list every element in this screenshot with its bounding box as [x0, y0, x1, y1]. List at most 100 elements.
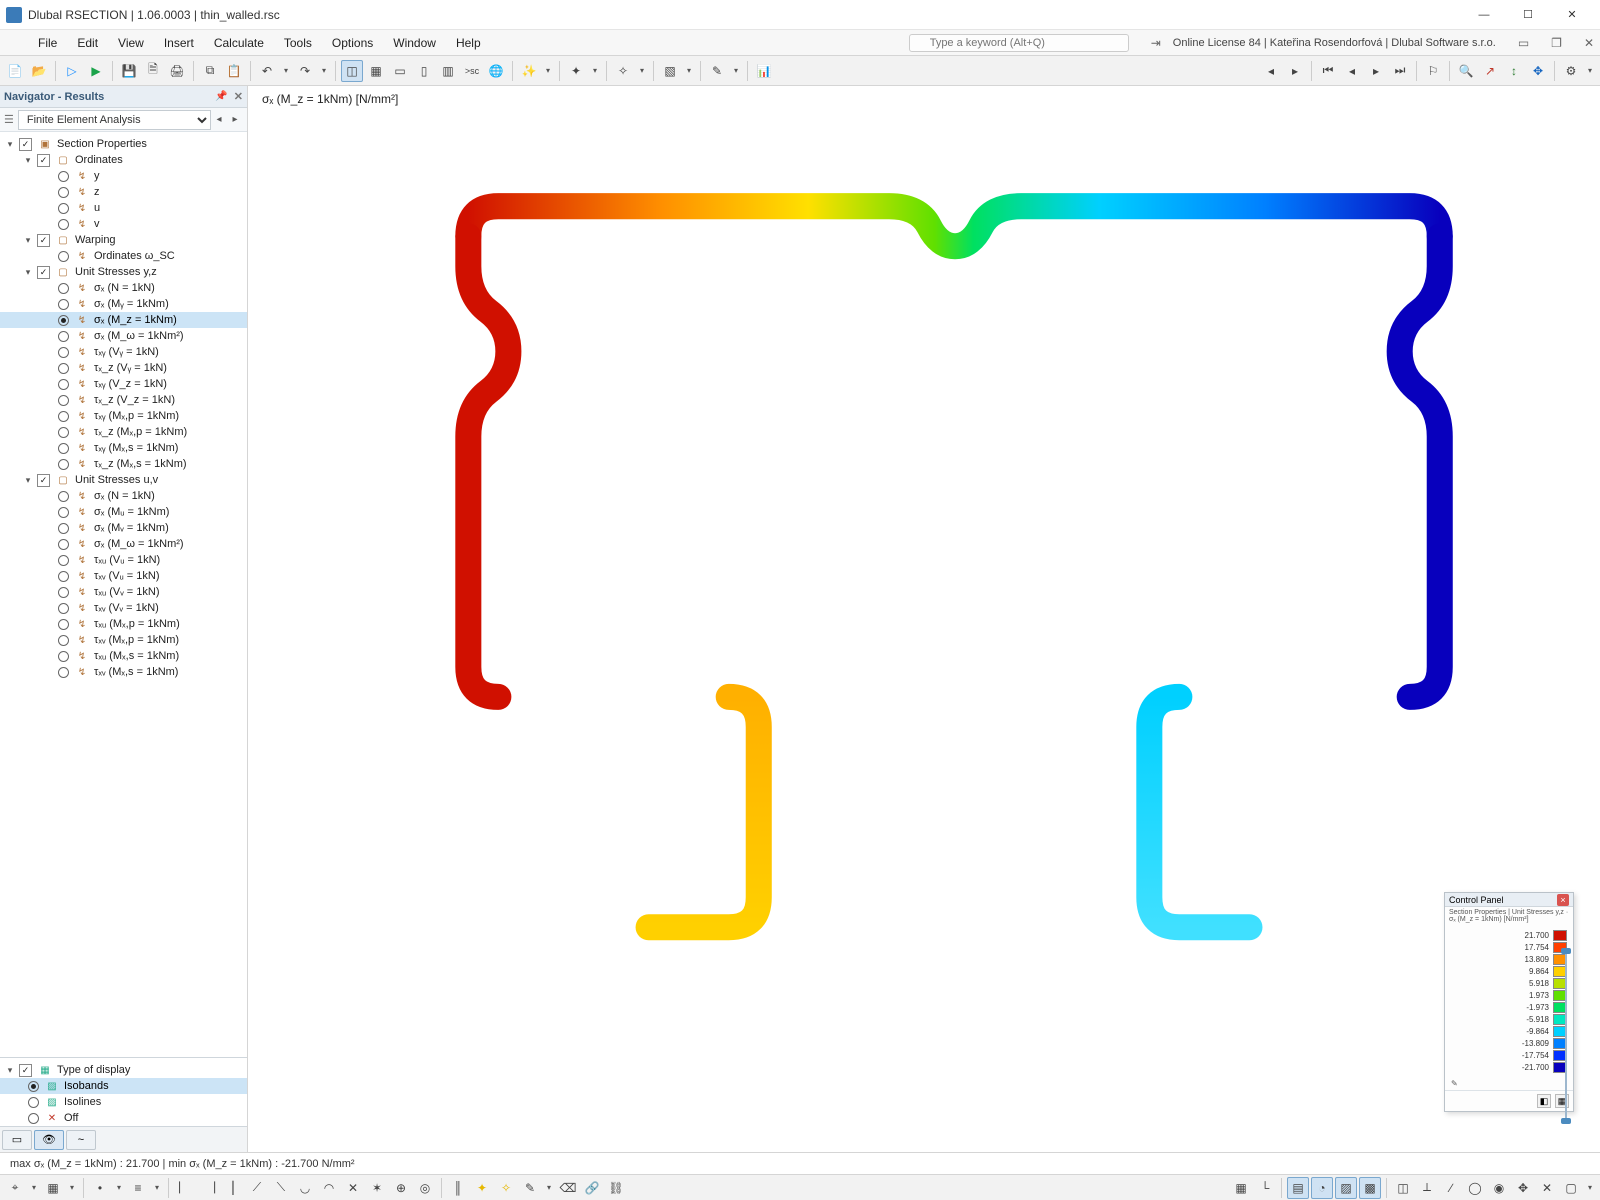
keyword-search-input[interactable]	[909, 34, 1129, 52]
tree-radio-item[interactable]: ↯σₓ (M_ω = 1kNm²)	[0, 328, 247, 344]
brush-dropdown[interactable]: ▾	[730, 66, 742, 75]
arrows2-icon[interactable]: ↕	[1503, 60, 1525, 82]
sb18-icon[interactable]: ⛓	[605, 1177, 627, 1199]
radio[interactable]	[58, 555, 69, 566]
analysis-select[interactable]: Finite Element Analysis	[18, 110, 211, 130]
snap-dropdown[interactable]: ▾	[28, 1183, 40, 1192]
new-icon[interactable]: 📄	[4, 60, 26, 82]
checkbox[interactable]	[37, 234, 50, 247]
menu-tools[interactable]: Tools	[274, 33, 322, 53]
sb5-icon[interactable]: ⟍	[270, 1177, 292, 1199]
layers-icon[interactable]: ▧	[659, 60, 681, 82]
radio[interactable]	[58, 187, 69, 198]
view6-icon[interactable]: >sc	[461, 60, 483, 82]
control-panel-close-icon[interactable]: ×	[1557, 894, 1569, 906]
radio[interactable]	[58, 603, 69, 614]
nav-next-icon[interactable]: ▸	[1284, 60, 1306, 82]
sb16-icon[interactable]: ⌫	[557, 1177, 579, 1199]
slider-thumb-bottom[interactable]	[1561, 1118, 1571, 1124]
doc-maximize-icon[interactable]: ❐	[1551, 36, 1562, 50]
control-panel[interactable]: Control Panel × Section Properties | Uni…	[1444, 892, 1574, 1112]
gear-dropdown[interactable]: ▾	[1584, 66, 1596, 75]
tree-radio-item[interactable]: ↯u	[0, 200, 247, 216]
tree-radio-item[interactable]: ↯τₓᵤ (Mₓ,s = 1kNm)	[0, 648, 247, 664]
grid-icon[interactable]: ▦	[42, 1177, 64, 1199]
checkbox[interactable]	[19, 1064, 32, 1077]
rb11-icon[interactable]: ◉	[1488, 1177, 1510, 1199]
sb3-icon[interactable]: ⎮	[222, 1177, 244, 1199]
expand-icon[interactable]: ▾	[4, 1065, 16, 1076]
menu-insert[interactable]: Insert	[154, 33, 204, 53]
tree-radio-item[interactable]: ↯τₓᵤ (Vᵥ = 1kN)	[0, 584, 247, 600]
menu-calculate[interactable]: Calculate	[204, 33, 274, 53]
radio[interactable]	[58, 299, 69, 310]
checkbox[interactable]	[19, 138, 32, 151]
redo-icon[interactable]: ↷	[294, 60, 316, 82]
radio[interactable]	[28, 1113, 39, 1124]
radio[interactable]	[58, 171, 69, 182]
sb6-icon[interactable]: ◡	[294, 1177, 316, 1199]
radio[interactable]	[58, 251, 69, 262]
menu-edit[interactable]: Edit	[67, 33, 108, 53]
view4-icon[interactable]: ▯	[413, 60, 435, 82]
sb2-icon[interactable]: ⎹	[198, 1177, 220, 1199]
wand3-dropdown[interactable]: ▾	[636, 66, 648, 75]
scale-slider[interactable]	[1563, 951, 1569, 1121]
cp-btn-1[interactable]: ◧	[1537, 1094, 1551, 1108]
control-panel-header[interactable]: Control Panel ×	[1445, 893, 1573, 907]
radio[interactable]	[58, 379, 69, 390]
radio[interactable]	[58, 363, 69, 374]
tree-radio-item[interactable]: ↯σₓ (Mᵧ = 1kNm)	[0, 296, 247, 312]
tree-radio-item[interactable]: ↯τₓᵥ (Mₓ,s = 1kNm)	[0, 664, 247, 680]
radio[interactable]	[58, 219, 69, 230]
tree-radio-item[interactable]: ↯τₓ_z (Vᵧ = 1kN)	[0, 360, 247, 376]
rb5-icon[interactable]: ▨	[1335, 1177, 1357, 1199]
radio[interactable]	[58, 203, 69, 214]
radio[interactable]	[58, 667, 69, 678]
rb1-icon[interactable]: ▦	[1230, 1177, 1252, 1199]
tree-radio-item[interactable]: ↯τₓ_z (Mₓ,p = 1kNm)	[0, 424, 247, 440]
radio[interactable]	[58, 619, 69, 630]
sb4-icon[interactable]: ⟋	[246, 1177, 268, 1199]
rb2-icon[interactable]: └	[1254, 1177, 1276, 1199]
tree-radio-item[interactable]: ↯σₓ (Mᵤ = 1kNm)	[0, 504, 247, 520]
pt-dropdown[interactable]: ▾	[113, 1183, 125, 1192]
node-type-of-display[interactable]: ▾ ▦ Type of display	[0, 1062, 247, 1078]
slider-thumb-top[interactable]	[1561, 948, 1571, 954]
doc-close-icon[interactable]: ✕	[1584, 36, 1594, 50]
view3-icon[interactable]: ▭	[389, 60, 411, 82]
rb13-icon[interactable]: ✕	[1536, 1177, 1558, 1199]
wand1-dropdown[interactable]: ▾	[542, 66, 554, 75]
rb12-icon[interactable]: ✥	[1512, 1177, 1534, 1199]
wand2-dropdown[interactable]: ▾	[589, 66, 601, 75]
tree-radio-item[interactable]: ↯τₓᵥ (Mₓ,p = 1kNm)	[0, 632, 247, 648]
tree-radio-item[interactable]: ↯τₓᵤ (Mₓ,p = 1kNm)	[0, 616, 247, 632]
tree-radio-item[interactable]: ↯τₓᵤ (Vᵤ = 1kN)	[0, 552, 247, 568]
combo-prev-icon[interactable]: ◂	[211, 114, 227, 125]
display-option[interactable]: ✕Off	[0, 1110, 247, 1126]
rb14-dropdown[interactable]: ▾	[1584, 1183, 1596, 1192]
radio[interactable]	[58, 491, 69, 502]
sb13-icon[interactable]: ✦	[471, 1177, 493, 1199]
tree-radio-item[interactable]: ↯y	[0, 168, 247, 184]
tree-radio-item[interactable]: ↯τₓᵥ (Vᵥ = 1kN)	[0, 600, 247, 616]
radio[interactable]	[58, 395, 69, 406]
display-option[interactable]: ▨Isolines	[0, 1094, 247, 1110]
nav-tab-data[interactable]: ▭	[2, 1130, 32, 1150]
expand-icon[interactable]: ▾	[22, 235, 34, 246]
sb1-icon[interactable]: ⎸	[174, 1177, 196, 1199]
radio[interactable]	[28, 1081, 39, 1092]
redo-dropdown-icon[interactable]: ▾	[318, 66, 330, 75]
nav-tab-results[interactable]: ~	[66, 1130, 96, 1150]
brush-icon[interactable]: ✎	[706, 60, 728, 82]
tree-radio-item[interactable]: ↯τₓᵧ (Mₓ,s = 1kNm)	[0, 440, 247, 456]
radio[interactable]	[58, 411, 69, 422]
radio[interactable]	[58, 443, 69, 454]
radio[interactable]	[58, 331, 69, 342]
save-icon[interactable]: 💾	[118, 60, 140, 82]
copy-icon[interactable]: ⧉	[199, 60, 221, 82]
maximize-button[interactable]: ☐	[1506, 1, 1550, 29]
radio[interactable]	[58, 651, 69, 662]
radio[interactable]	[58, 347, 69, 358]
snap-icon[interactable]: ⌖	[4, 1177, 26, 1199]
